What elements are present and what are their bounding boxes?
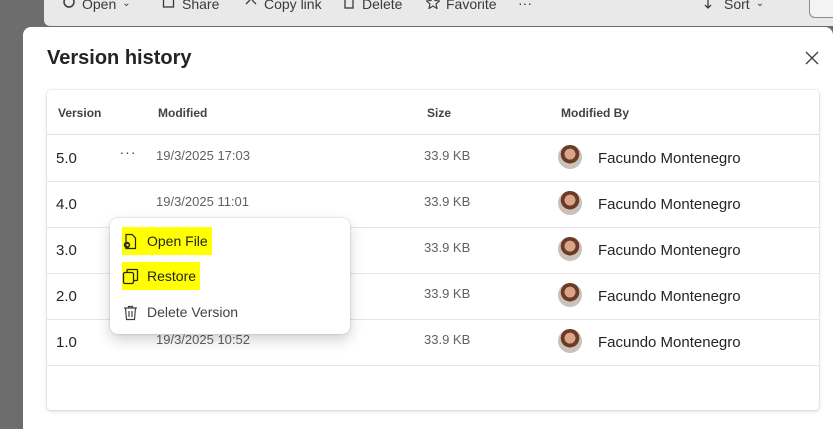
toolbar-delete-label: Delete [362,0,403,12]
column-header-version[interactable]: Version [58,106,101,120]
modified-cell: 19/3/2025 10:52 [156,332,250,347]
table-header: Version Modified Size Modified By [47,90,819,135]
size-cell: 33.9 KB [424,286,471,301]
dialog-title: Version history [47,47,192,69]
version-cell: 3.0 [56,242,77,259]
trash-icon [342,0,356,12]
version-cell: 1.0 [56,334,77,351]
toolbar-copy-link-button[interactable]: Copy link [244,0,322,12]
menu-item-label: Delete Version [147,304,239,320]
sort-icon [704,0,718,12]
toolbar-copy-link-label: Copy link [264,0,322,12]
toolbar-share-label: Share [182,0,220,12]
chevron-down-icon: ⌄ [755,0,765,9]
menu-item-delete-version[interactable]: Delete Version [122,298,242,326]
toolbar-favorite-label: Favorite [446,0,497,12]
menu-item-label: Restore [147,268,197,284]
column-header-modified[interactable]: Modified [158,106,207,120]
close-icon [803,51,821,71]
chevron-down-icon: ⌄ [122,0,131,9]
more-options-button[interactable]: ··· [117,144,139,166]
toolbar-share-button[interactable]: Share [162,0,219,12]
toolbar-favorite-button[interactable]: Favorite [425,0,497,12]
size-cell: 33.9 KB [424,148,471,163]
open-file-icon [122,233,139,250]
modified-by-cell: Facundo Montenegro [598,242,741,259]
column-header-size[interactable]: Size [427,106,451,120]
toolbar-sort-button[interactable]: Sort ⌄ [704,0,764,12]
size-cell: 33.9 KB [424,194,471,209]
avatar [558,191,582,215]
toolbar-open-label: Open [82,0,117,12]
avatar [558,237,582,261]
toolbar-delete-button[interactable]: Delete [342,0,402,12]
version-cell: 4.0 [56,196,77,213]
modified-by-cell: Facundo Montenegro [598,150,741,167]
menu-item-restore[interactable]: Restore [122,262,201,290]
table-row[interactable]: 5.0 ··· 19/3/2025 17:03 33.9 KB Facundo … [47,136,819,182]
modified-by-cell: Facundo Montenegro [598,196,741,213]
restore-icon [122,268,139,285]
menu-item-open-file[interactable]: Open File [122,227,212,255]
trash-icon [122,304,139,321]
avatar [558,145,582,169]
toolbar-sort-label: Sort [724,0,750,12]
share-icon [162,0,176,12]
version-context-menu: Open File Restore Delete Version [110,218,350,334]
version-cell: 2.0 [56,288,77,305]
modified-cell: 19/3/2025 17:03 [156,148,250,163]
column-header-modified-by[interactable]: Modified By [561,106,629,120]
avatar [558,329,582,353]
version-cell: 5.0 [56,150,77,167]
toolbar-more-button[interactable]: ··· [518,0,532,11]
size-cell: 33.9 KB [424,332,471,347]
modified-by-cell: Facundo Montenegro [598,288,741,305]
open-icon [62,0,76,12]
size-cell: 33.9 KB [424,240,471,255]
modified-by-cell: Facundo Montenegro [598,334,741,351]
toolbar-open-button[interactable]: Open ⌄ [62,0,131,12]
star-icon [425,0,441,12]
close-button[interactable] [803,49,821,67]
avatar [558,283,582,307]
background-toolbar: Open ⌄ Share Copy link Delete Favorite ·… [44,0,833,26]
menu-item-label: Open File [147,233,208,249]
link-icon [244,0,258,12]
modified-cell: 19/3/2025 11:01 [156,194,250,209]
more-icon: ··· [518,0,532,11]
background-close-button[interactable] [809,0,833,18]
